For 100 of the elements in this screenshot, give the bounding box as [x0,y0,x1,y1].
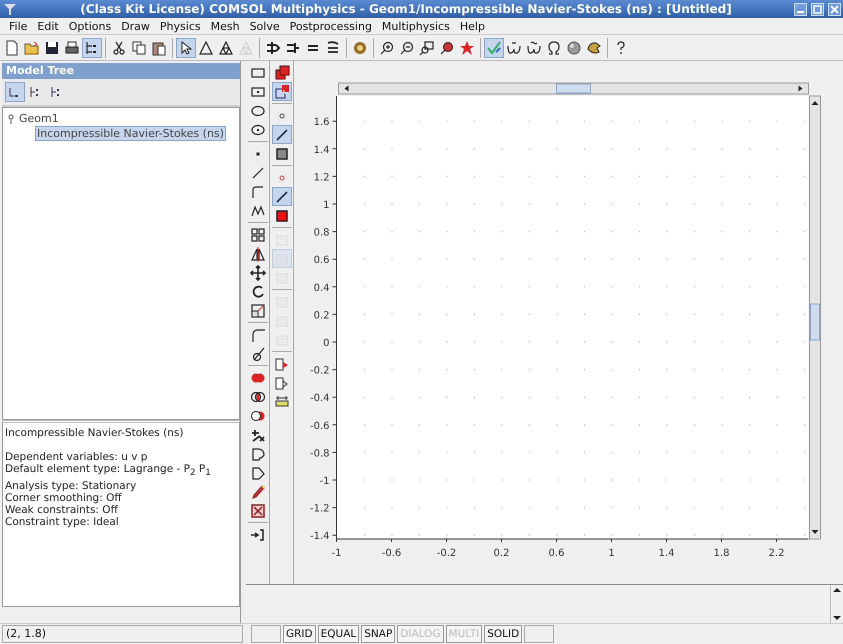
scroll-up-icon[interactable] [833,588,841,592]
point-mode-button[interactable] [272,82,292,101]
menu-item[interactable]: Help [454,20,490,32]
status-field [251,625,281,643]
move-icon [250,264,266,280]
solve-icon [352,40,368,56]
pencil-icon [250,484,266,500]
zoom-window-icon [419,40,435,56]
scale-icon [250,302,266,318]
zoom-out-icon [399,40,415,56]
zoom-extents-icon [439,40,455,56]
boundary-mode-icon [274,126,290,142]
close-button[interactable] [828,2,841,16]
info-line: Corner smoothing: Off [5,492,123,504]
y-tick-label: -0.6 [310,420,330,432]
array-icon [250,226,266,242]
log-scrollbar[interactable] [830,585,843,623]
select-button[interactable] [176,38,196,58]
x-tick-label: 0.6 [548,548,564,559]
menu-item[interactable]: Edit [32,20,64,32]
y-tick-label: 0.2 [314,310,330,322]
menu-item[interactable]: Mesh [206,20,245,32]
y-tick-label: 1.6 [314,117,330,128]
menu-item[interactable]: Options [64,20,116,32]
info-title: Incompressible Navier-Stokes (ns) [5,427,184,439]
measure-icon [250,526,266,542]
status-field [524,625,554,643]
y-tick-label: -1 [320,476,330,487]
delete-interior-icon [250,502,266,518]
menu-item[interactable]: Postprocessing [284,20,377,32]
new-file-icon [4,40,20,56]
menu-item[interactable]: Solve [244,20,285,32]
star-icon [459,40,475,56]
equation-icon [506,40,522,56]
mode-toggle[interactable]: SOLID [484,625,522,643]
close-icon [829,4,840,14]
x-tick-label: 1.4 [658,548,674,559]
info-line: Dependent variables: u v p [5,451,148,463]
menu-item[interactable]: Draw [116,20,155,32]
y-tick-label: 1.2 [314,172,330,184]
draw-mode-icon [274,64,290,80]
menu-item[interactable]: Multiphysics [376,20,455,32]
omega-icon [546,40,562,56]
x-tick-label: -0.2 [436,548,456,559]
menu-item[interactable]: Physics [154,20,206,32]
vertical-scrollbar[interactable] [809,96,821,540]
print-icon [64,40,80,56]
y-tick-label: 0.6 [314,255,330,266]
y-tick-label: 1 [323,200,330,211]
import-icon [274,374,290,390]
mirror-icon [250,246,266,262]
point-mode-icon [274,108,290,124]
y-tick-label: 1.4 [314,144,330,156]
move-button[interactable] [248,263,268,282]
model-tree-button[interactable] [82,38,102,58]
mesh-icon [218,40,234,56]
x-tick-label: 1.8 [714,548,730,559]
y-tick-label: -1.4 [310,531,330,542]
coerce-curve-icon [250,464,266,480]
y-tick-label: 0.8 [314,228,330,239]
info-line: Default element type: Lagrange - P$_{2}$ P$_{1}$ [5,463,212,480]
x-tick-label: -0.6 [382,548,402,559]
scroll-down-icon[interactable] [833,616,841,620]
equation-icon [526,40,542,56]
open-icon [24,40,40,56]
expanded-icon[interactable] [7,114,15,124]
minimize-icon [795,4,806,14]
zoom-in-icon [379,40,395,56]
cut-icon [111,40,127,56]
x-tick-label: 1 [608,548,615,559]
mode-toggle[interactable]: GRID [283,625,316,643]
info-line: Constraint type: Ideal [5,516,120,528]
y-tick-label: -0.2 [310,366,330,377]
check-icon [486,40,502,56]
info-line: Analysis type: Stationary [5,480,138,492]
save-icon [44,40,60,56]
boundary-mode-icon [274,188,290,204]
ruler-icon [274,394,290,410]
boundary-mode-button[interactable] [272,187,292,206]
copy-icon [131,40,147,56]
quadratic-curve-icon [250,184,266,200]
app-logo-icon [2,1,18,17]
tree-item[interactable]: Geom1 [18,112,60,125]
y-tick-label: 0.4 [314,282,330,294]
menu-item[interactable]: File [4,20,32,32]
sphere-icon [566,40,582,56]
subdomain-mode-icon [274,146,290,162]
boundary-mode-button[interactable] [272,125,292,144]
check-button[interactable] [484,38,504,58]
rotate-icon [250,284,266,300]
x-tick-label: 0.2 [494,548,510,559]
maximize-icon [812,4,823,14]
horizontal-scrollbar[interactable] [338,82,809,94]
mode-toggle[interactable]: EQUAL [318,625,360,643]
mode-toggle[interactable]: SNAP [361,625,396,643]
triangle-icon [198,40,214,56]
maximize-button[interactable] [811,2,824,16]
minimize-button[interactable] [794,2,807,16]
tree-item[interactable]: Incompressible Navier-Stokes (ns) [35,126,226,141]
tree-view-button[interactable] [5,82,25,102]
